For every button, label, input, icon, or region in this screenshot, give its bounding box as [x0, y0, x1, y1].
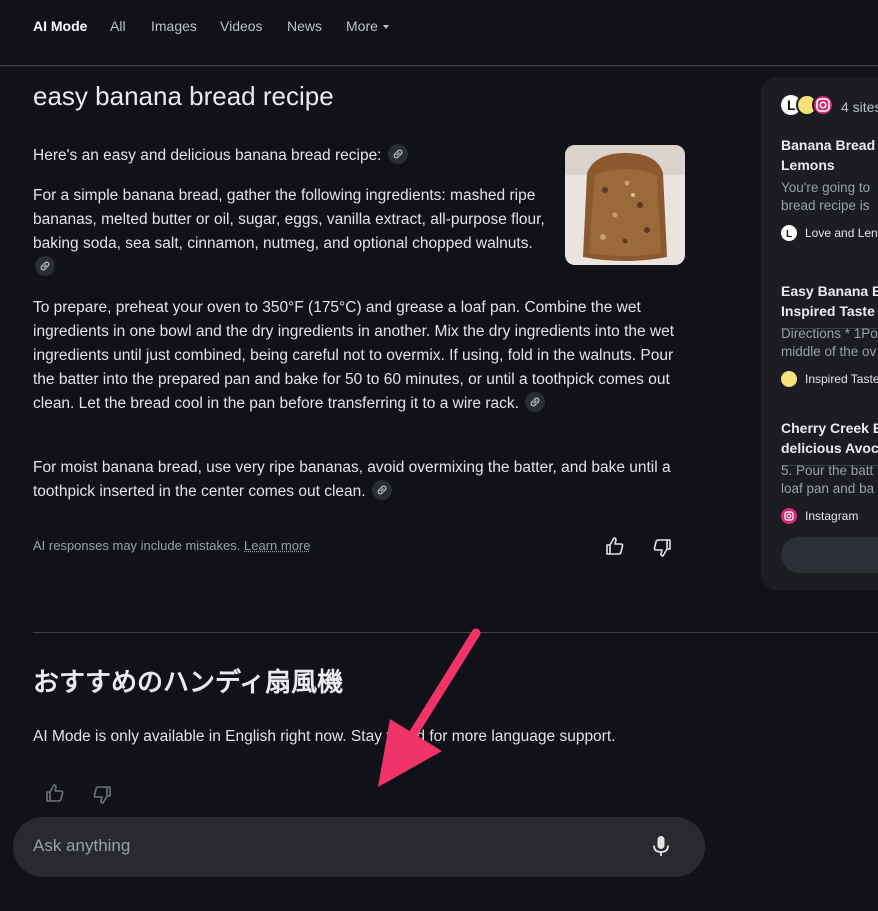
answer-text: Here's an easy and delicious banana brea…: [33, 147, 382, 164]
source-snippet: Directions * 1Po middle of the ov: [781, 325, 878, 361]
link-icon[interactable]: [372, 480, 392, 500]
source-snippet-line: loaf pan and ba: [781, 480, 878, 498]
svg-text:L: L: [787, 97, 796, 113]
followup-query-title: おすすめのハンディ扇風機: [33, 662, 343, 699]
source-site: Instagram: [781, 508, 878, 524]
thumbs-down-icon[interactable]: [651, 537, 673, 564]
source-site: L Love and Len: [781, 225, 878, 241]
tab-news[interactable]: News: [287, 17, 322, 35]
answer-text: For moist banana bread, use very ripe ba…: [33, 459, 671, 500]
ask-input[interactable]: Ask anything: [13, 817, 705, 877]
sources-panel: L 4 sites Banana Bread Lemons You're goi…: [761, 77, 878, 590]
site-favicon-icon: L: [781, 225, 797, 241]
source-site-name: Love and Len: [805, 226, 878, 240]
caret-down-icon: [383, 25, 389, 29]
top-nav: AI Mode All Images Videos News More: [0, 0, 878, 66]
tab-all[interactable]: All: [110, 17, 126, 35]
tab-images[interactable]: Images: [151, 17, 197, 35]
source-card[interactable]: Cherry Creek B delicious Avoca 5. Pour t…: [781, 418, 878, 524]
source-card[interactable]: Easy Banana B Inspired Taste Directions …: [781, 281, 878, 387]
source-site-name: Instagram: [805, 509, 858, 523]
tab-more[interactable]: More: [346, 17, 389, 35]
tab-more-label: More: [346, 18, 378, 34]
thumbs-up-icon[interactable]: [44, 782, 66, 809]
ai-disclaimer: AI responses may include mistakes. Learn…: [33, 538, 310, 553]
source-snippet-line: Directions * 1Po: [781, 325, 878, 343]
show-all-sources-button[interactable]: [781, 537, 878, 573]
source-snippet-line: 5. Pour the batt: [781, 462, 878, 480]
site-favicon-icon: [781, 371, 797, 387]
annotation-arrow: [370, 627, 490, 787]
source-snippet-line: You're going to: [781, 179, 878, 197]
source-site-name: Inspired Taste: [805, 372, 878, 386]
link-icon[interactable]: [525, 392, 545, 412]
answer-paragraph: For a simple banana bread, gather the fo…: [33, 184, 553, 280]
query-title: easy banana bread recipe: [33, 81, 334, 112]
answer-paragraph: To prepare, preheat your oven to 350°F (…: [33, 296, 678, 416]
source-snippet: You're going to bread recipe is: [781, 179, 878, 215]
sources-count[interactable]: 4 sites: [841, 99, 878, 115]
source-card[interactable]: Banana Bread Lemons You're going to brea…: [781, 135, 878, 241]
source-snippet-line: middle of the ov: [781, 343, 878, 361]
language-notice: AI Mode is only available in English rig…: [33, 728, 615, 746]
tab-videos[interactable]: Videos: [220, 17, 263, 35]
source-site: Inspired Taste: [781, 371, 878, 387]
thumbs-down-icon[interactable]: [91, 784, 113, 811]
source-title: delicious Avoca: [781, 438, 878, 458]
banana-bread-image[interactable]: [565, 145, 685, 265]
answer-paragraph: Here's an easy and delicious banana brea…: [33, 144, 553, 168]
link-icon[interactable]: [35, 256, 55, 276]
answer-text: To prepare, preheat your oven to 350°F (…: [33, 299, 674, 412]
source-snippet-line: bread recipe is: [781, 197, 878, 215]
answer-text: For a simple banana bread, gather the fo…: [33, 187, 545, 252]
ask-placeholder: Ask anything: [33, 836, 130, 856]
sources-favicons[interactable]: L: [781, 93, 841, 117]
source-title: Banana Bread: [781, 135, 878, 155]
thumbs-up-icon[interactable]: [604, 535, 626, 562]
disclaimer-text: AI responses may include mistakes.: [33, 538, 240, 553]
learn-more-link[interactable]: Learn more: [244, 538, 310, 553]
microphone-icon[interactable]: [652, 835, 670, 864]
source-title: Inspired Taste: [781, 301, 878, 321]
answer-paragraph: For moist banana bread, use very ripe ba…: [33, 456, 678, 504]
tab-ai-mode[interactable]: AI Mode: [33, 17, 87, 35]
link-icon[interactable]: [388, 144, 408, 164]
source-title: Cherry Creek B: [781, 418, 878, 438]
source-title: Easy Banana B: [781, 281, 878, 301]
svg-text:L: L: [786, 229, 792, 240]
instagram-icon: [781, 508, 797, 524]
main-content: easy banana bread recipe Here's an easy …: [0, 67, 878, 911]
source-title: Lemons: [781, 155, 878, 175]
source-snippet: 5. Pour the batt loaf pan and ba: [781, 462, 878, 498]
